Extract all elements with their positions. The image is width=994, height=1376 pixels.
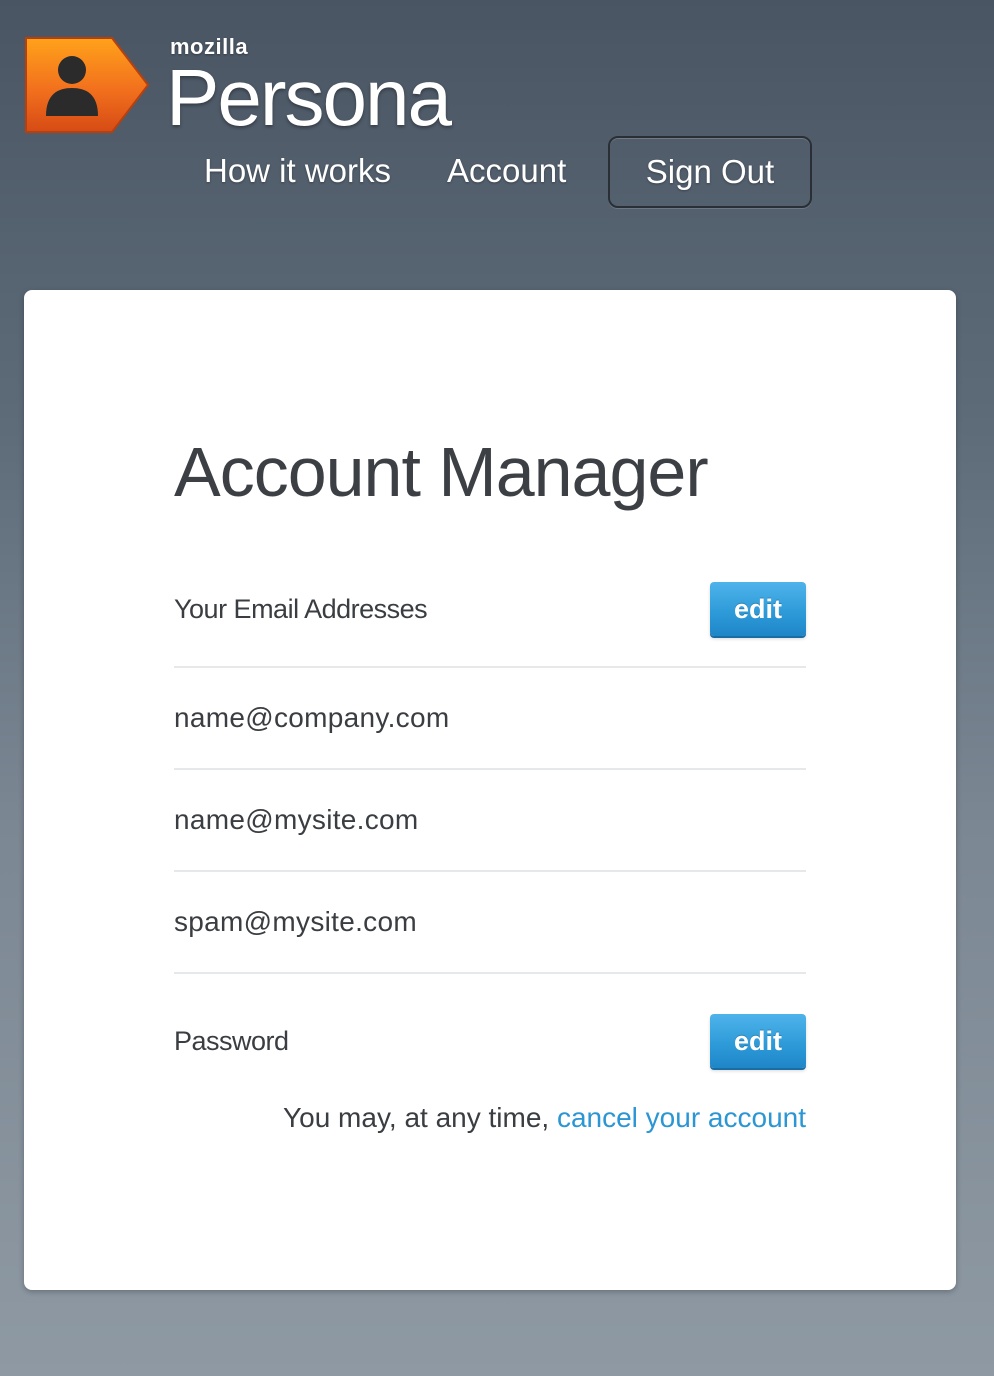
sign-out-button[interactable]: Sign Out	[608, 136, 812, 208]
cancel-account-link[interactable]: cancel your account	[557, 1102, 806, 1133]
nav-account[interactable]: Account	[447, 152, 566, 190]
divider	[174, 768, 806, 770]
divider	[174, 972, 806, 974]
nav-how-it-works[interactable]: How it works	[204, 152, 391, 190]
email-item: name@company.com	[174, 702, 450, 733]
edit-emails-button[interactable]: edit	[710, 582, 806, 636]
page-title: Account Manager	[174, 433, 709, 511]
brand-persona[interactable]: Persona	[166, 58, 452, 138]
cancel-prefix: You may, at any time,	[283, 1102, 557, 1133]
divider	[174, 870, 806, 872]
account-card: Account Manager Your Email Addresses edi…	[24, 290, 956, 1290]
email-addresses-label: Your Email Addresses	[174, 594, 428, 624]
email-item: spam@mysite.com	[174, 906, 417, 937]
email-item: name@mysite.com	[174, 804, 419, 835]
password-label: Password	[174, 1026, 289, 1056]
persona-logo-icon	[25, 37, 150, 133]
edit-password-button[interactable]: edit	[710, 1014, 806, 1068]
divider	[174, 666, 806, 668]
cancel-account-text: You may, at any time, cancel your accoun…	[283, 1102, 806, 1134]
